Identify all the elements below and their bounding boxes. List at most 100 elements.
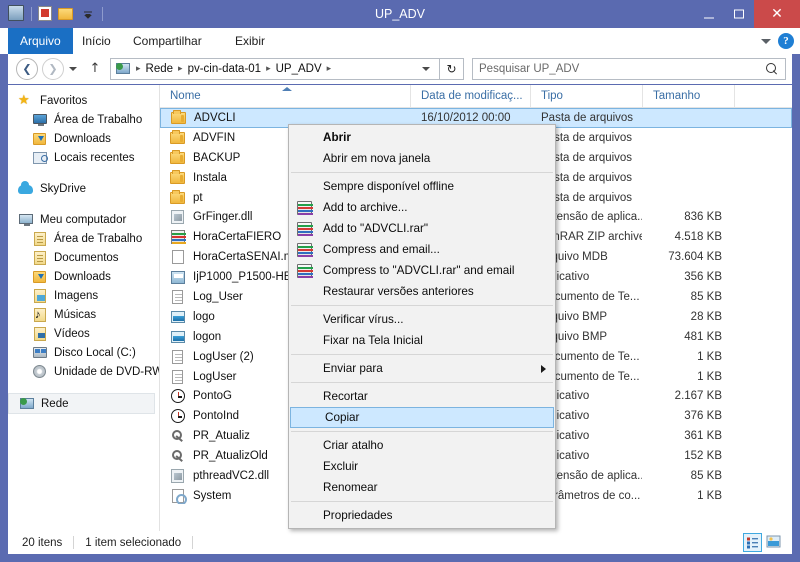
menu-item-restaurar-versoes[interactable]: Restaurar versões anteriores: [289, 281, 555, 302]
column-header-data[interactable]: Data de modificaç...: [410, 85, 530, 108]
tab-exibir[interactable]: Exibir: [224, 28, 276, 54]
menu-separator: [291, 305, 553, 306]
column-header-tamanho[interactable]: Tamanho: [642, 85, 734, 108]
breadcrumb-item-rede[interactable]: Rede: [144, 63, 176, 75]
sidebar-item-rede[interactable]: Rede: [8, 393, 155, 414]
menu-item-excluir[interactable]: Excluir: [289, 456, 555, 477]
sidebar-item-documentos[interactable]: Documentos: [8, 248, 159, 267]
menu-item-add-to-archive[interactable]: Add to archive...: [289, 197, 555, 218]
tab-arquivo[interactable]: Arquivo: [8, 28, 73, 54]
sidebar-group-meu-computador[interactable]: Meu computador: [8, 210, 159, 229]
file-size-cell: 836 KB: [684, 211, 722, 224]
menu-item-criar-atalho[interactable]: Criar atalho: [289, 435, 555, 456]
sidebar-label: SkyDrive: [40, 182, 87, 195]
sidebar-item-area-de-trabalho[interactable]: Área de Trabalho: [8, 110, 159, 129]
menu-item-add-to-rar[interactable]: Add to "ADVCLI.rar": [289, 218, 555, 239]
breadcrumb[interactable]: ▸ Rede ▸ pv-cin-data-01 ▸ UP_ADV ▸: [110, 58, 440, 80]
sidebar-group-favoritos[interactable]: ★ Favoritos: [8, 91, 159, 110]
navigation-pane[interactable]: ★ Favoritos Área de Trabalho Downloads L…: [8, 85, 160, 531]
menu-item-compress-to-rar-and-email[interactable]: Compress to "ADVCLI.rar" and email: [289, 260, 555, 281]
sidebar-label: Músicas: [54, 308, 97, 321]
context-menu[interactable]: Abrir Abrir em nova janela Sempre dispon…: [288, 124, 556, 529]
column-header-tipo[interactable]: Tipo: [530, 85, 642, 108]
breadcrumb-sep-1: ▸: [178, 64, 183, 74]
chevron-down-icon[interactable]: [761, 38, 771, 44]
search-input[interactable]: [479, 63, 766, 75]
status-divider-2: [192, 536, 194, 549]
column-header-extra[interactable]: [734, 85, 774, 108]
column-header-nome[interactable]: Nome: [160, 85, 410, 108]
back-button[interactable]: ❮: [16, 58, 38, 80]
file-name: ADVFIN: [193, 131, 236, 144]
menu-item-verificar-virus[interactable]: Verificar vírus...: [289, 309, 555, 330]
file-name: System: [193, 489, 232, 502]
breadcrumb-sep-3: ▸: [326, 64, 332, 74]
close-button[interactable]: ✕: [754, 0, 800, 28]
sidebar-item-disco-local[interactable]: Disco Local (C:): [8, 343, 159, 362]
textfile-icon: [170, 349, 186, 365]
menu-item-compress-and-email[interactable]: Compress and email...: [289, 239, 555, 260]
menu-item-abrir-nova-janela[interactable]: Abrir em nova janela: [289, 148, 555, 169]
file-date-cell: 16/10/2012 00:00: [421, 111, 511, 124]
details-view-button[interactable]: [743, 533, 762, 552]
file-name: PR_AtualizOld: [193, 450, 268, 463]
file-name: LogUser (2): [193, 350, 254, 363]
file-name: HoraCertaFIERO: [193, 231, 282, 244]
menu-item-copiar[interactable]: Copiar: [290, 407, 554, 428]
menu-item-label: Add to "ADVCLI.rar": [323, 222, 429, 235]
textfile-icon: [170, 289, 186, 305]
status-bar: 20 itens 1 item selecionado: [8, 531, 792, 554]
documents-icon: [32, 250, 48, 266]
search-icon[interactable]: [766, 62, 779, 76]
sidebar-item-dvd-rw[interactable]: Unidade de DVD-RW: [8, 362, 159, 381]
breadcrumb-item-upadv[interactable]: UP_ADV: [274, 63, 324, 75]
sidebar-label: Favoritos: [40, 94, 88, 107]
forward-button[interactable]: ❯: [42, 58, 64, 80]
help-icon[interactable]: ?: [778, 33, 794, 49]
recent-locations-icon[interactable]: [65, 58, 81, 80]
address-dropdown-icon[interactable]: [415, 59, 437, 79]
sidebar-item-musicas[interactable]: ♪ Músicas: [8, 305, 159, 324]
sidebar-label: Área de Trabalho: [54, 113, 143, 126]
menu-item-abrir[interactable]: Abrir: [289, 127, 555, 148]
tab-inicio[interactable]: Início: [71, 28, 122, 54]
menu-item-propriedades[interactable]: Propriedades: [289, 505, 555, 526]
menu-item-fixar-tela-inicial[interactable]: Fixar na Tela Inicial: [289, 330, 555, 351]
textfile-icon: [170, 369, 186, 385]
pictures-icon: [32, 288, 48, 304]
network-icon: [115, 61, 131, 77]
menu-item-enviar-para[interactable]: Enviar para: [289, 358, 555, 379]
desktop-folder-icon: [32, 231, 48, 247]
sidebar-item-imagens[interactable]: Imagens: [8, 286, 159, 305]
menu-item-sempre-offline[interactable]: Sempre disponível offline: [289, 176, 555, 197]
sidebar-label: Vídeos: [54, 327, 90, 340]
minimize-button[interactable]: [694, 0, 724, 28]
file-size-cell: 152 KB: [684, 450, 722, 463]
refresh-button[interactable]: ↻: [440, 58, 464, 80]
file-size-cell: 2.167 KB: [674, 390, 722, 403]
sidebar-item-locais-recentes[interactable]: Locais recentes: [8, 148, 159, 167]
sidebar-group-skydrive[interactable]: SkyDrive: [8, 179, 159, 198]
music-icon: ♪: [32, 307, 48, 323]
menu-item-label: Add to archive...: [323, 201, 408, 214]
file-name: pthreadVC2.dll: [193, 469, 270, 482]
search-box[interactable]: [472, 58, 786, 80]
breadcrumb-item-server[interactable]: pv-cin-data-01: [186, 63, 264, 75]
maximize-button[interactable]: [724, 0, 754, 28]
menu-item-recortar[interactable]: Recortar: [289, 386, 555, 407]
sidebar-item-area-de-trabalho-pc[interactable]: Área de Trabalho: [8, 229, 159, 248]
column-label: Nome: [170, 89, 201, 102]
sidebar-label: Downloads: [54, 270, 111, 283]
sidebar-item-downloads-pc[interactable]: Downloads: [8, 267, 159, 286]
file-name: LogUser: [193, 370, 237, 383]
up-button[interactable]: ↑: [84, 58, 106, 80]
large-icons-view-button[interactable]: [765, 533, 784, 552]
file-name: Instala: [193, 171, 227, 184]
sidebar-item-downloads[interactable]: Downloads: [8, 129, 159, 148]
menu-item-renomear[interactable]: Renomear: [289, 477, 555, 498]
sidebar-item-videos[interactable]: Vídeos: [8, 324, 159, 343]
menu-item-label: Enviar para: [323, 362, 383, 375]
tab-compartilhar[interactable]: Compartilhar: [122, 28, 213, 54]
menu-separator: [291, 172, 553, 173]
sort-ascending-icon: [282, 86, 292, 91]
